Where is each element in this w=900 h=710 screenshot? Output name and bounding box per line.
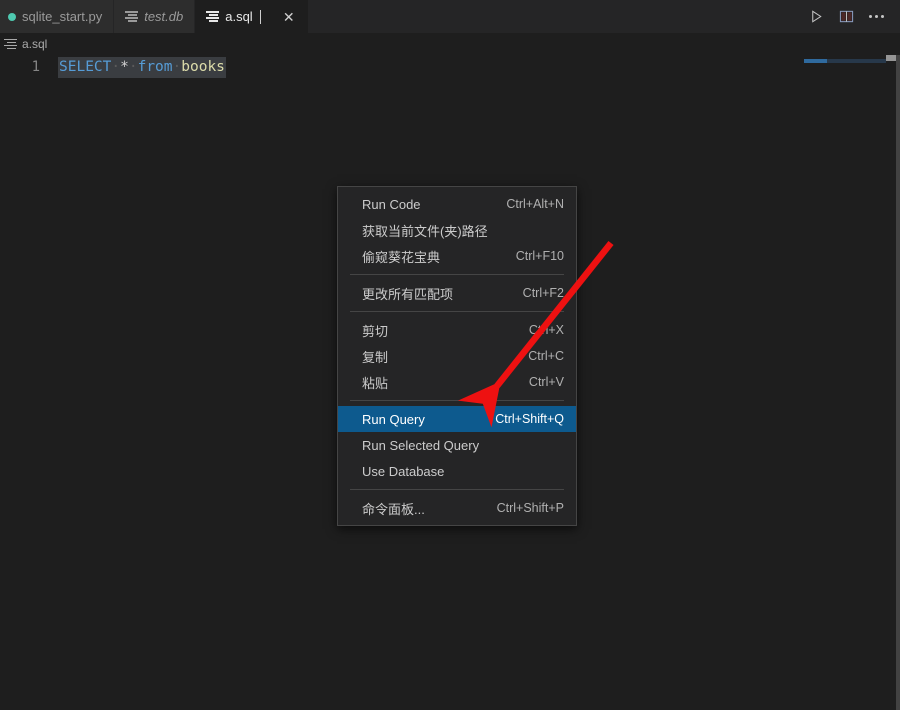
context-menu-item-shortcut: Ctrl+C [510, 349, 564, 363]
context-menu-item-4[interactable]: 剪切Ctrl+X [338, 317, 576, 343]
whitespace-dot-2: · [129, 59, 138, 75]
editor-tab-test-db[interactable]: test.db [114, 0, 195, 33]
more-actions-button[interactable] [862, 3, 890, 31]
context-menu-item-0[interactable]: Run CodeCtrl+Alt+N [338, 191, 576, 217]
close-tab-icon[interactable]: ✕ [281, 9, 297, 25]
split-editor-icon [839, 9, 854, 24]
minimap-segment-keyword [804, 59, 827, 63]
ellipsis-icon [869, 15, 884, 18]
vscode-window: sqlite_start.py test.db a.sql ✕ [0, 0, 900, 710]
editor-tab-sqlite-start-py[interactable]: sqlite_start.py [0, 0, 114, 33]
context-menu-item-6[interactable]: 粘贴Ctrl+V [338, 369, 576, 395]
context-menu-item-label: Run Query [362, 412, 477, 427]
minimap[interactable] [802, 55, 886, 710]
editor-actions [802, 0, 900, 33]
sql-keyword-select: SELECT [59, 59, 111, 75]
context-menu-item-3[interactable]: 更改所有匹配项Ctrl+F2 [338, 280, 576, 306]
context-menu-item-label: 更改所有匹配项 [362, 284, 505, 303]
scrollbar-thumb[interactable] [886, 55, 900, 61]
context-menu-item-label: 粘贴 [362, 373, 511, 392]
editor-tab-a-sql[interactable]: a.sql ✕ [195, 0, 308, 33]
context-menu-item-7[interactable]: Run QueryCtrl+Shift+Q [338, 406, 576, 432]
context-menu-item-shortcut: Ctrl+F2 [505, 286, 564, 300]
context-menu-item-9[interactable]: Use Database [338, 458, 576, 484]
context-menu-item-label: 剪切 [362, 321, 511, 340]
context-menu-separator [350, 311, 564, 312]
context-menu-item-1[interactable]: 获取当前文件(夹)路径 [338, 217, 576, 243]
code-line-text[interactable]: SELECT·*·from·books [58, 57, 226, 78]
context-menu-item-label: 命令面板... [362, 499, 479, 518]
run-code-button[interactable] [802, 3, 830, 31]
context-menu-item-shortcut: Ctrl+V [511, 375, 564, 389]
sql-keyword-from: from [138, 59, 173, 75]
context-menu-item-shortcut: Ctrl+X [511, 323, 564, 337]
editor-tab-label: sqlite_start.py [22, 10, 102, 23]
context-menu-separator [350, 274, 564, 275]
context-menu-separator [350, 489, 564, 490]
sql-file-icon [206, 10, 219, 23]
context-menu-item-shortcut: Ctrl+Shift+Q [477, 412, 564, 426]
line-number: 1 [0, 58, 44, 77]
sql-table-name: books [181, 59, 225, 75]
context-menu-item-label: Run Selected Query [362, 438, 564, 453]
whitespace-dot-1: · [111, 59, 120, 75]
tab-bar-empty-space [309, 0, 802, 33]
context-menu-item-shortcut: Ctrl+F10 [498, 249, 564, 263]
play-icon [809, 9, 824, 24]
breadcrumb-path[interactable]: a.sql [22, 37, 47, 51]
context-menu-item-label: 复制 [362, 347, 510, 366]
context-menu-item-label: Run Code [362, 197, 488, 212]
context-menu-item-shortcut: Ctrl+Alt+N [488, 197, 564, 211]
context-menu-item-label: Use Database [362, 464, 564, 479]
context-menu-item-label: 偷窥葵花宝典 [362, 247, 498, 266]
editor-tab-bar: sqlite_start.py test.db a.sql ✕ [0, 0, 900, 33]
breadcrumb[interactable]: a.sql [0, 33, 900, 55]
editor-tab-label: test.db [144, 10, 183, 23]
context-menu-separator [350, 400, 564, 401]
minimap-line-1 [804, 59, 887, 63]
context-menu-item-label: 获取当前文件(夹)路径 [362, 221, 564, 240]
sql-star: * [120, 59, 129, 75]
context-menu-item-8[interactable]: Run Selected Query [338, 432, 576, 458]
context-menu-item-2[interactable]: 偷窥葵花宝典Ctrl+F10 [338, 243, 576, 269]
whitespace-dot-3: · [173, 59, 182, 75]
editor-tab-label: a.sql [225, 10, 252, 23]
editor-context-menu[interactable]: Run CodeCtrl+Alt+N获取当前文件(夹)路径偷窥葵花宝典Ctrl+… [337, 186, 577, 526]
minimap-segment-rest [827, 59, 887, 63]
context-menu-item-5[interactable]: 复制Ctrl+C [338, 343, 576, 369]
code-line-1[interactable]: 1 SELECT·*·from·books [0, 58, 226, 77]
context-menu-item-shortcut: Ctrl+Shift+P [479, 501, 564, 515]
unsaved-indicator-dot [8, 13, 16, 21]
context-menu-item-10[interactable]: 命令面板...Ctrl+Shift+P [338, 495, 576, 521]
vertical-scrollbar[interactable] [886, 55, 900, 710]
split-editor-button[interactable] [832, 3, 860, 31]
sql-file-icon [4, 38, 17, 51]
tab-text-caret [260, 10, 261, 24]
database-file-icon [125, 10, 138, 23]
